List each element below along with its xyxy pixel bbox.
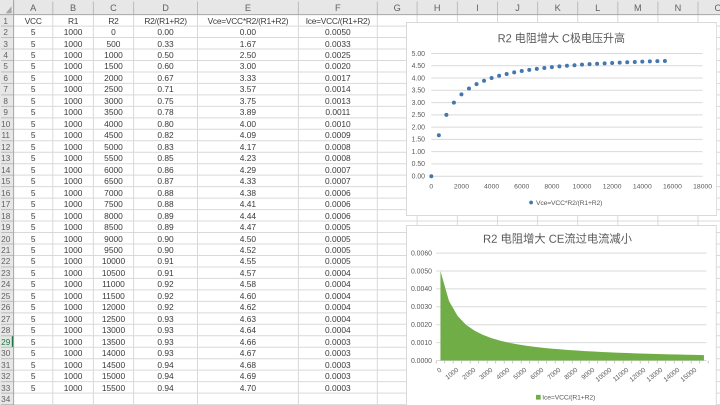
svg-text:0.0030: 0.0030 xyxy=(411,304,432,311)
svg-text:2.00: 2.00 xyxy=(411,124,425,131)
svg-text:0.00: 0.00 xyxy=(411,173,425,180)
svg-text:3.00: 3.00 xyxy=(411,99,425,106)
svg-text:2.50: 2.50 xyxy=(411,112,425,119)
svg-text:10000: 10000 xyxy=(572,183,591,190)
svg-text:0.0000: 0.0000 xyxy=(411,357,432,364)
svg-text:0.0010: 0.0010 xyxy=(411,339,432,346)
svg-text:4.00: 4.00 xyxy=(411,75,425,82)
svg-text:18000: 18000 xyxy=(693,183,712,190)
svg-text:0.0040: 0.0040 xyxy=(411,286,432,293)
svg-text:1.50: 1.50 xyxy=(411,136,425,143)
svg-text:Vce=VCC*R2/(R1+R2): Vce=VCC*R2/(R1+R2) xyxy=(536,199,602,206)
svg-text:4.50: 4.50 xyxy=(411,63,425,70)
svg-text:14000: 14000 xyxy=(632,183,651,190)
svg-text:5.00: 5.00 xyxy=(411,50,425,57)
svg-text:8000: 8000 xyxy=(544,183,559,190)
svg-text:1.00: 1.00 xyxy=(411,148,425,155)
svg-text:3.50: 3.50 xyxy=(411,87,425,94)
svg-text:4000: 4000 xyxy=(484,183,499,190)
svg-text:0.0050: 0.0050 xyxy=(411,268,432,275)
svg-text:0: 0 xyxy=(429,183,433,190)
svg-text:6000: 6000 xyxy=(514,183,529,190)
svg-text:Ice=VCC/(R1+R2): Ice=VCC/(R1+R2) xyxy=(542,394,595,401)
svg-text:2000: 2000 xyxy=(453,183,468,190)
svg-text:0.0060: 0.0060 xyxy=(411,250,432,257)
svg-text:12000: 12000 xyxy=(602,183,621,190)
svg-text:0.50: 0.50 xyxy=(411,161,425,168)
svg-text:0.0020: 0.0020 xyxy=(411,321,432,328)
svg-text:16000: 16000 xyxy=(663,183,682,190)
